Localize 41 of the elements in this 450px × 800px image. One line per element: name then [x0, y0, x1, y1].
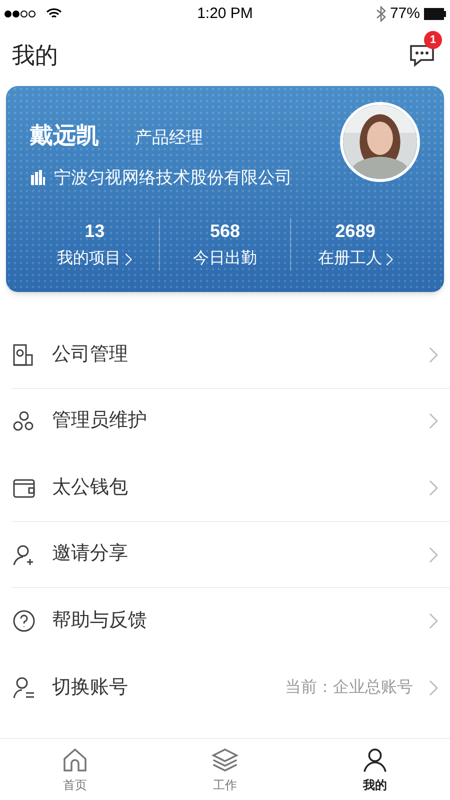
switch-user-icon: [12, 676, 36, 700]
help-icon: [12, 609, 36, 634]
chat-icon: [409, 43, 435, 67]
stat-value: 2689: [335, 220, 376, 243]
chevron-icon: [429, 480, 438, 496]
menu-item[interactable]: 公司管理: [12, 322, 450, 389]
menu-item[interactable]: 帮助与反馈: [12, 588, 450, 655]
chevron-icon: [429, 613, 438, 630]
battery-percentage: 77%: [390, 4, 420, 24]
tab-item[interactable]: 我的: [300, 739, 450, 800]
user-role: 产品经理: [135, 127, 203, 149]
user-name: 戴远凯: [30, 121, 99, 150]
layers-icon: [211, 746, 239, 774]
chevron-icon: [386, 252, 393, 266]
user-icon: [361, 746, 389, 774]
chevron-icon: [429, 680, 438, 696]
stat-label: 今日出勤: [192, 248, 257, 269]
chevron-icon: [429, 546, 438, 563]
chevron-icon: [429, 413, 438, 430]
tab-item[interactable]: 首页: [0, 739, 150, 800]
chevron-icon: [429, 346, 438, 363]
home-icon: [61, 746, 89, 774]
menu-item[interactable]: 邀请分享: [12, 522, 450, 588]
stat-link[interactable]: 在册工人: [318, 247, 393, 271]
chevron-icon: [125, 252, 132, 266]
menu-item[interactable]: 切换账号 当前：企业总账号: [12, 654, 450, 722]
status-time: 1:20 PM: [197, 4, 253, 24]
stat-value: 568: [210, 220, 240, 243]
menu-item[interactable]: 管理员维护: [12, 388, 450, 456]
menu-item[interactable]: 太公钱包: [12, 455, 450, 522]
add-user-icon: [12, 542, 36, 567]
stat-link[interactable]: 我的项目: [57, 247, 132, 271]
users-icon: [12, 409, 36, 434]
wifi-icon: [46, 8, 62, 20]
notification-badge: 1: [424, 31, 442, 49]
page-title: 我的: [12, 40, 58, 70]
bluetooth-icon: [376, 6, 386, 22]
company-name: 宁波匀视网络技术股份有限公司: [54, 166, 292, 188]
battery-icon: [424, 8, 446, 20]
stat-value: 13: [84, 220, 105, 243]
tab-item[interactable]: 工作: [150, 739, 300, 800]
